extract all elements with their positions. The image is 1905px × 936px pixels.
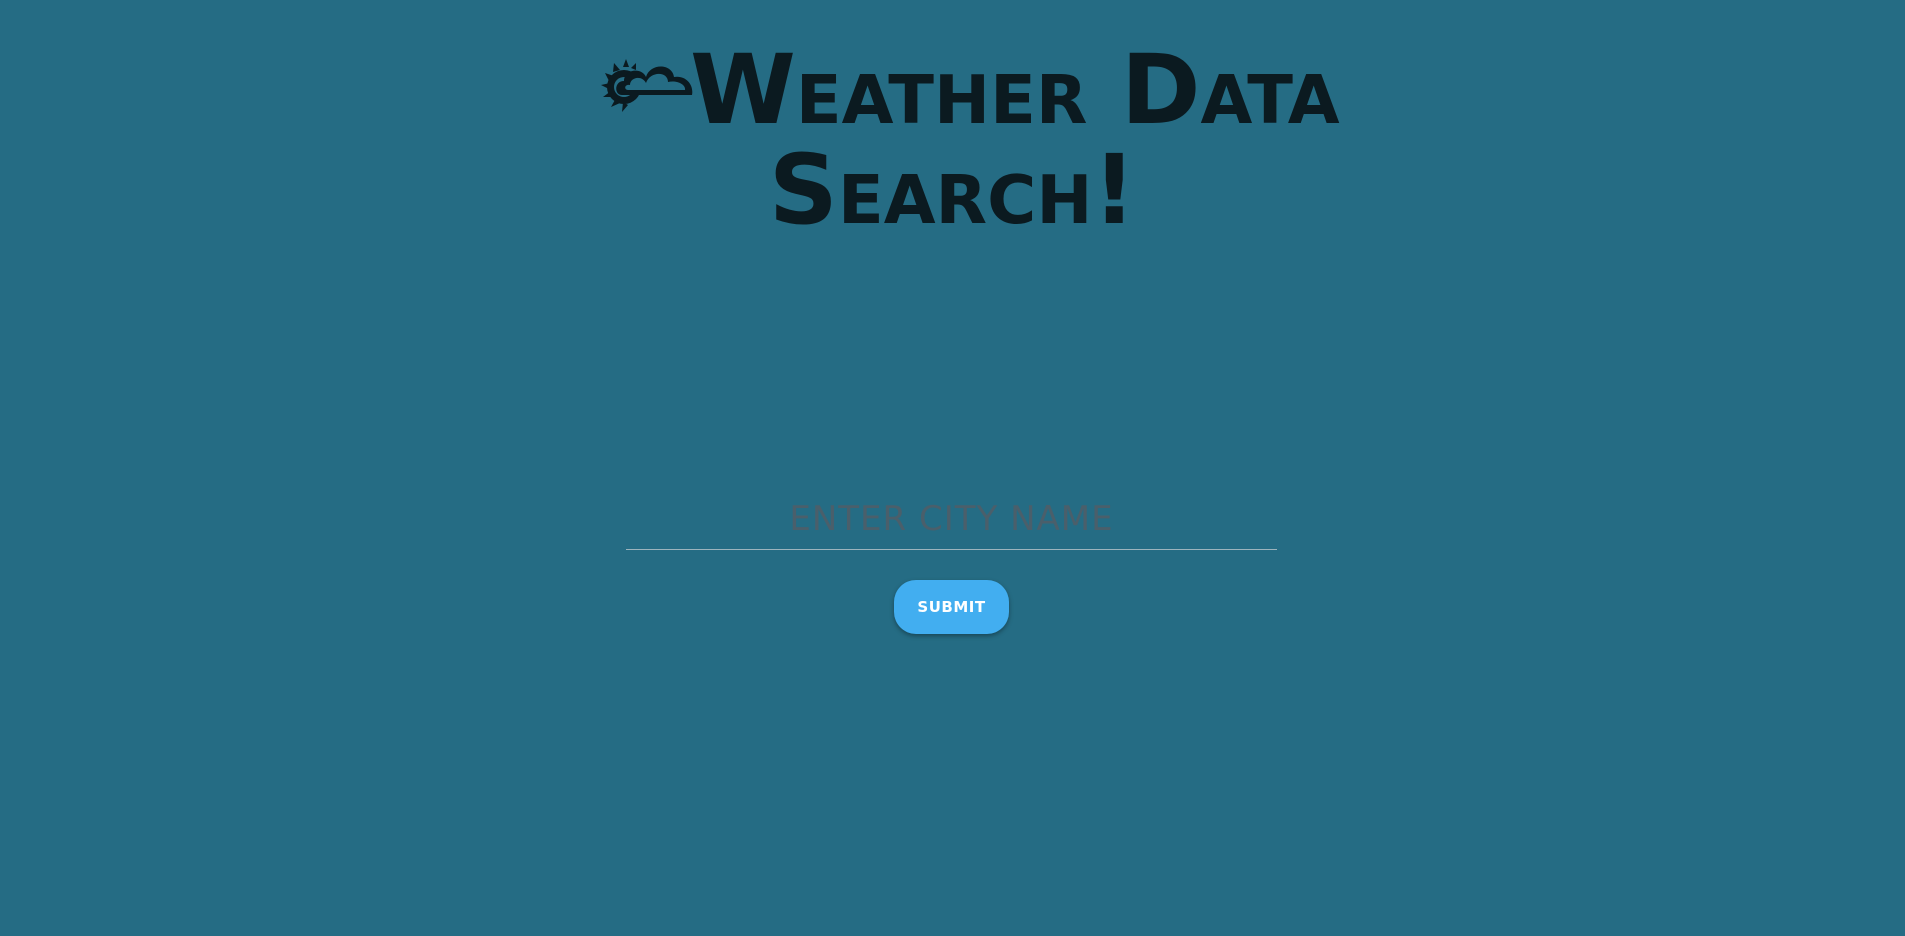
title-text-line-2: Search! bbox=[768, 134, 1137, 246]
title-text-line-1: Weather Data bbox=[690, 34, 1340, 146]
sun-behind-cloud-icon bbox=[600, 55, 696, 115]
page-title: Weather Data Search! bbox=[600, 40, 1340, 246]
submit-button[interactable]: SUBMIT bbox=[894, 580, 1009, 634]
title-line-1: Weather Data bbox=[600, 40, 1340, 140]
city-search-input[interactable] bbox=[626, 484, 1277, 550]
